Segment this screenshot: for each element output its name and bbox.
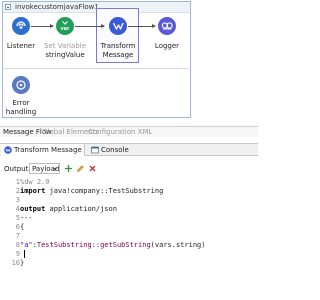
chevron-down-icon xyxy=(53,168,57,171)
output-select[interactable]: Payload xyxy=(29,163,60,174)
edit-icon[interactable] xyxy=(76,164,85,173)
flow-arrow xyxy=(75,24,105,28)
code-string: "a" xyxy=(20,241,33,249)
set-variable-type-label: Set Variable xyxy=(43,42,87,50)
transform-tab-label: Transform Message xyxy=(14,146,82,154)
console-tab-label: Console xyxy=(101,146,129,154)
text-cursor xyxy=(24,250,25,258)
logger-label: Logger xyxy=(154,42,180,50)
error-handling-icon[interactable] xyxy=(12,76,30,94)
line-number: 10 xyxy=(11,259,20,267)
line-number: 2 xyxy=(15,187,20,195)
code-line: "a":TestSubstring::getSubString(vars.str… xyxy=(20,241,205,249)
code-function: TestSubstring::getSubString xyxy=(36,241,151,249)
code-line: } xyxy=(20,259,25,267)
set-variable-icon[interactable]: var xyxy=(56,17,74,35)
console-icon xyxy=(91,146,99,154)
editor-tabs: Message Flow Global Elements Configurati… xyxy=(0,126,258,137)
flow-arrow xyxy=(128,24,156,28)
error-handling-divider xyxy=(2,68,189,69)
output-toolbar: Output Payload xyxy=(0,162,258,176)
code-text: java!company::TestSubstring xyxy=(45,187,164,195)
line-number: 5 xyxy=(15,214,20,222)
listener-icon[interactable] xyxy=(12,17,30,35)
collapse-icon[interactable] xyxy=(5,4,11,10)
flow-title: invokecustomjavaFlow1 xyxy=(15,3,99,11)
error-handling-label-top: Error xyxy=(12,99,30,107)
code-line: import java!company::TestSubstring xyxy=(20,187,163,195)
var-badge: var xyxy=(61,26,70,32)
transform-name-label: Message xyxy=(102,51,134,59)
flow-arrow xyxy=(31,24,54,28)
tab-configuration-xml[interactable]: Configuration XML xyxy=(88,128,152,136)
code-line: --- xyxy=(20,214,33,222)
dataweave-editor[interactable]: 1 %dw 2.0 2 import java!company::TestSub… xyxy=(0,178,258,300)
code-line: { xyxy=(20,223,25,231)
line-number: 1 xyxy=(15,178,20,186)
line-number: 6 xyxy=(15,223,20,231)
logger-icon[interactable] xyxy=(158,17,176,35)
code-keyword: import xyxy=(20,187,46,195)
error-handling-label-bottom: handling xyxy=(5,108,37,116)
listener-label: Listener xyxy=(6,42,36,50)
tab-console[interactable]: Console xyxy=(88,144,129,156)
transform-icon[interactable] xyxy=(109,17,127,35)
panel-tabs: Transform Message Console xyxy=(0,143,258,156)
code-text: (vars.string) xyxy=(150,241,206,249)
line-number: 3 xyxy=(15,196,20,204)
code-line: %dw 2.0 xyxy=(20,178,50,186)
flow-canvas[interactable]: invokecustomjavaFlow1 Listener var Set V… xyxy=(0,0,258,126)
transform-tab-icon xyxy=(4,146,12,154)
line-number: 7 xyxy=(15,232,20,240)
line-number: 8 xyxy=(15,241,20,249)
delete-icon[interactable] xyxy=(88,164,97,173)
set-variable-name-label: stringValue xyxy=(45,51,85,59)
line-number: 4 xyxy=(15,205,20,213)
code-line: output application/json xyxy=(20,205,117,213)
code-text: application/json xyxy=(45,205,117,213)
tab-transform-message[interactable]: Transform Message xyxy=(1,144,85,156)
code-keyword: output xyxy=(20,205,46,213)
transform-type-label: Transform xyxy=(100,42,136,50)
output-label: Output xyxy=(4,165,29,173)
add-icon[interactable] xyxy=(64,164,73,173)
line-number: 9 xyxy=(15,250,20,258)
